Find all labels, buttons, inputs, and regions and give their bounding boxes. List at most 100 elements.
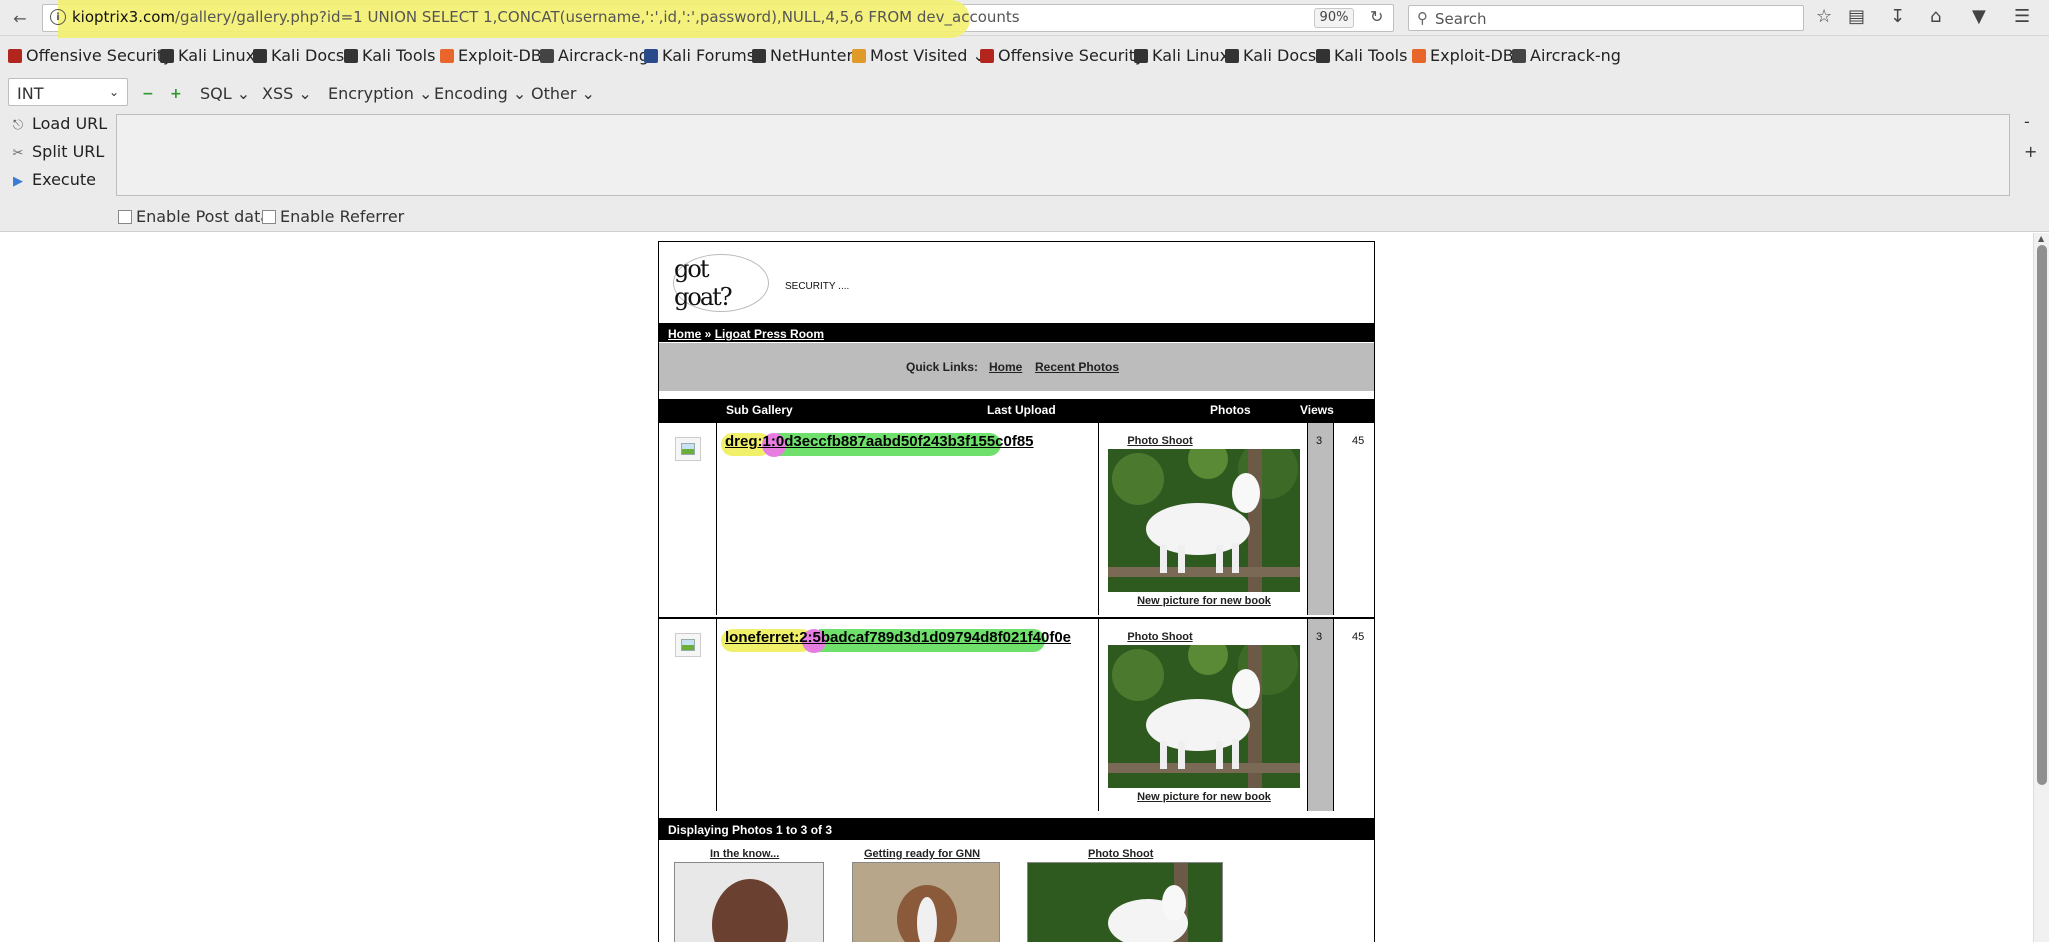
photo-thumbnail[interactable] <box>674 862 824 942</box>
gallery-image-icon[interactable] <box>675 437 701 461</box>
goat-photo[interactable] <box>1108 645 1300 788</box>
photo-count: 3 <box>1316 435 1323 447</box>
photo-count: 3 <box>1316 631 1323 643</box>
quick-link-recent-photos[interactable]: Recent Photos <box>1035 360 1119 374</box>
bookmark-nethunter[interactable]: NetHunter <box>752 46 853 65</box>
goat-image <box>1108 449 1300 592</box>
cell-divider <box>1098 619 1099 811</box>
gallery-image-icon[interactable] <box>675 633 701 657</box>
aircrack-icon <box>540 49 554 63</box>
breadcrumb: Home » Ligoat Press Room <box>659 320 1374 342</box>
bookmark-kali-linux-2[interactable]: Kali Linux <box>1134 46 1229 65</box>
zoom-indicator[interactable]: 90% <box>1314 8 1354 28</box>
bookmark-offensive-security[interactable]: Offensive Security <box>8 46 172 65</box>
info-icon[interactable]: i <box>50 9 66 25</box>
bookmark-offensive-security-2[interactable]: Offensive Security <box>980 46 1144 65</box>
enable-post-checkbox[interactable]: Enable Post data <box>118 207 270 226</box>
photo-caption-link[interactable]: New picture for new book <box>1093 791 1315 803</box>
bookmark-kali-docs-2[interactable]: Kali Docs <box>1225 46 1316 65</box>
scroll-thumb[interactable] <box>2037 245 2047 785</box>
photo-caption-link[interactable]: New picture for new book <box>1093 595 1315 607</box>
thumb-title-link[interactable]: Getting ready for GNN <box>864 848 980 860</box>
page-scrollbar[interactable]: ▲ <box>2033 233 2049 942</box>
aircrack-icon <box>1512 49 1526 63</box>
person-image <box>675 863 823 942</box>
type-select[interactable]: INT ⌄ <box>8 78 128 106</box>
bookmark-most-visited[interactable]: Most Visited ⌄ <box>852 46 986 65</box>
star-icon[interactable]: ☆ <box>1816 6 1832 27</box>
thumb-title-link[interactable]: Photo Shoot <box>1088 848 1153 860</box>
scroll-up-icon[interactable]: ▲ <box>2038 234 2044 243</box>
execute-button[interactable]: ▶ Execute <box>10 170 96 189</box>
hackbar-expand-button[interactable]: + <box>2024 142 2037 161</box>
back-icon[interactable]: ← <box>6 4 34 32</box>
load-url-icon: ⎋ <box>12 118 24 133</box>
decrease-icon[interactable]: − <box>142 86 154 102</box>
enable-referrer-checkbox[interactable]: Enable Referrer <box>262 207 404 226</box>
goat-image <box>1028 863 1222 942</box>
bookmark-aircrack-ng-2[interactable]: Aircrack-ng <box>1512 46 1621 65</box>
sub-gallery-link[interactable]: dreg:1:0d3eccfb887aabd50f243b3f155c0f85 <box>725 433 1034 450</box>
url-path: /gallery/gallery.php?id=1 UNION SELECT 1… <box>175 8 1020 26</box>
goat-image <box>1108 645 1300 788</box>
sub-gallery-link[interactable]: loneferret:2:5badcaf789d3d1d09794d8f021f… <box>725 629 1071 646</box>
bookmark-kali-docs[interactable]: Kali Docs <box>253 46 344 65</box>
goat-photo[interactable] <box>1108 449 1300 592</box>
search-input[interactable]: ⚲ Search <box>1408 5 1804 31</box>
gallery-page: got goat? SECURITY .... Home » Ligoat Pr… <box>658 241 1375 942</box>
split-url-icon: ✂ <box>12 146 24 161</box>
home-icon[interactable]: ⌂ <box>1930 6 1941 27</box>
bookmark-kali-tools-2[interactable]: Kali Tools <box>1316 46 1407 65</box>
bookmark-kali-forums[interactable]: Kali Forums <box>644 46 755 65</box>
menu-sql[interactable]: SQL ⌄ <box>200 84 250 103</box>
photo-title-link[interactable]: Photo Shoot <box>1100 631 1220 643</box>
split-url-button[interactable]: ✂ Split URL <box>10 142 105 161</box>
exploit-db-icon <box>1412 49 1426 63</box>
thumb-title-link[interactable]: In the know... <box>710 848 779 860</box>
quick-link-home[interactable]: Home <box>989 360 1022 374</box>
column-last-upload: Last Upload <box>987 403 1056 417</box>
chevron-down-icon: ⌄ <box>108 85 119 99</box>
menu-icon[interactable]: ☰ <box>2014 6 2030 27</box>
menu-xss[interactable]: XSS ⌄ <box>262 84 312 103</box>
kali-icon <box>253 49 267 63</box>
cell-divider <box>716 619 717 811</box>
site-tagline: SECURITY .... <box>785 281 850 292</box>
gallery-row: dreg:1:0d3eccfb887aabd50f243b3f155c0f85 … <box>659 421 1374 615</box>
library-icon[interactable]: ▤ <box>1848 6 1865 27</box>
download-icon[interactable]: ↧ <box>1890 6 1905 27</box>
photos-count-column <box>1307 619 1334 811</box>
checkbox-box <box>118 210 132 224</box>
url-text[interactable]: kioptrix3.com/gallery/gallery.php?id=1 U… <box>72 8 1020 26</box>
cell-divider <box>1098 423 1099 615</box>
site-logo[interactable]: got goat? <box>673 254 769 312</box>
photo-thumbnail[interactable] <box>1027 862 1223 942</box>
folder-icon <box>852 49 866 63</box>
bookmark-exploit-db-2[interactable]: Exploit-DB <box>1412 46 1514 65</box>
hackbar-url-textarea[interactable] <box>116 114 2010 196</box>
column-views: Views <box>1300 403 1334 417</box>
menu-encoding[interactable]: Encoding ⌄ <box>434 84 526 103</box>
kali-forums-icon <box>644 49 658 63</box>
bookmarks-toolbar: Offensive Security Kali Linux Kali Docs … <box>0 40 2049 72</box>
bookmark-kali-linux[interactable]: Kali Linux <box>160 46 255 65</box>
bookmark-aircrack-ng[interactable]: Aircrack-ng <box>540 46 649 65</box>
offensive-security-icon <box>980 49 994 63</box>
bookmark-exploit-db[interactable]: Exploit-DB <box>440 46 542 65</box>
photo-thumbnail[interactable] <box>852 862 1000 942</box>
kali-icon <box>752 49 766 63</box>
pocket-icon[interactable]: ▼ <box>1972 6 1986 27</box>
gallery-table-header: Sub Gallery Last Upload Photos Views <box>659 399 1374 421</box>
menu-encryption[interactable]: Encryption ⌄ <box>328 84 432 103</box>
photo-title-link[interactable]: Photo Shoot <box>1100 435 1220 447</box>
bookmark-kali-tools[interactable]: Kali Tools <box>344 46 435 65</box>
offensive-security-icon <box>8 49 22 63</box>
menu-other[interactable]: Other ⌄ <box>531 84 595 103</box>
breadcrumb-home-link[interactable]: Home <box>668 327 701 341</box>
image-icon <box>681 443 695 455</box>
load-url-button[interactable]: ⎋ Load URL <box>10 114 107 133</box>
breadcrumb-page-link[interactable]: Ligoat Press Room <box>715 327 824 341</box>
increase-icon[interactable]: + <box>170 86 182 102</box>
hackbar-shrink-button[interactable]: - <box>2024 112 2030 131</box>
reload-icon[interactable]: ↻ <box>1370 7 1383 26</box>
